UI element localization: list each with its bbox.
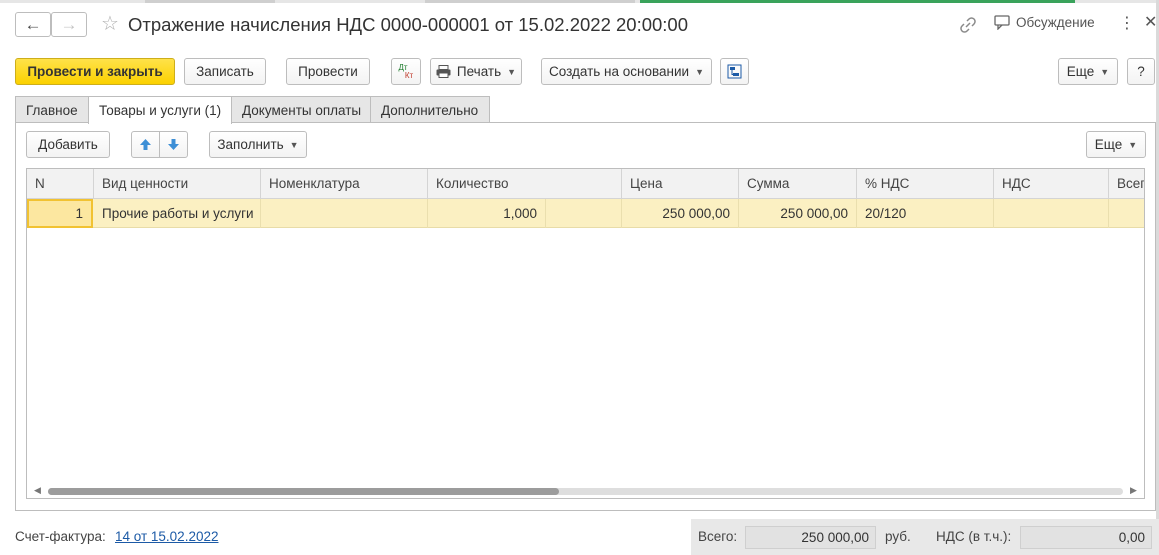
scrollbar-thumb[interactable] xyxy=(48,488,559,495)
total-field: 250 000,00 xyxy=(745,526,876,549)
window-tab[interactable] xyxy=(425,0,635,3)
window-tab[interactable] xyxy=(145,0,275,3)
cell-total[interactable] xyxy=(1109,199,1144,228)
help-button[interactable]: ? xyxy=(1127,58,1155,85)
vat-label: НДС (в т.ч.): xyxy=(936,529,1012,544)
add-label: Добавить xyxy=(38,137,98,152)
arrow-down-icon xyxy=(168,139,179,150)
close-icon[interactable]: ✕ xyxy=(1144,13,1157,33)
arrow-left-icon: ← xyxy=(24,15,42,34)
tab-additional[interactable]: Дополнительно xyxy=(370,96,490,123)
more-label: Еще xyxy=(1066,64,1095,79)
total-label: Всего: xyxy=(698,529,738,544)
printer-icon xyxy=(436,65,451,78)
column-header-sum[interactable]: Сумма xyxy=(739,169,857,199)
print-button[interactable]: Печать ▼ xyxy=(430,58,522,85)
back-button[interactable]: ← xyxy=(15,12,51,37)
chevron-down-icon: ▼ xyxy=(507,66,517,77)
save-button[interactable]: Записать xyxy=(184,58,266,85)
cell-unit[interactable] xyxy=(546,199,622,228)
cell-vat-rate[interactable]: 20/120 xyxy=(857,199,994,228)
cell-nomenclature[interactable] xyxy=(261,199,428,228)
invoice-link[interactable]: 14 от 15.02.2022 xyxy=(115,529,218,544)
currency-label: руб. xyxy=(885,529,911,544)
tab-label: Дополнительно xyxy=(381,102,479,118)
create-based-on-button[interactable]: Создать на основании ▼ xyxy=(541,58,712,85)
table-more-label: Еще xyxy=(1094,137,1123,152)
chevron-down-icon: ▼ xyxy=(1128,139,1138,150)
star-icon[interactable]: ☆ xyxy=(101,12,119,36)
chat-icon xyxy=(994,15,1010,30)
post-and-close-label: Провести и закрыть xyxy=(27,64,163,79)
column-header-vat[interactable]: НДС xyxy=(994,169,1109,199)
add-row-button[interactable]: Добавить xyxy=(26,131,110,158)
table-header: N Вид ценности Номенклатура Количество Ц… xyxy=(27,169,1144,199)
hierarchy-icon xyxy=(727,64,742,79)
dt-kt-button[interactable]: Дт Кт xyxy=(391,58,421,85)
create-based-on-label: Создать на основании xyxy=(549,64,690,79)
cell-sum[interactable]: 250 000,00 xyxy=(739,199,857,228)
cell-vat[interactable] xyxy=(994,199,1109,228)
window-tab-active[interactable] xyxy=(640,0,1075,3)
discussion-label: Обсуждение xyxy=(1016,15,1095,30)
column-header-quantity[interactable]: Количество xyxy=(428,169,622,199)
column-header-value-type[interactable]: Вид ценности xyxy=(94,169,261,199)
help-label: ? xyxy=(1137,64,1145,79)
scroll-left-icon[interactable]: ◀ xyxy=(34,485,41,496)
column-header-n[interactable]: N xyxy=(27,169,94,199)
kebab-icon[interactable]: ⋮ xyxy=(1119,14,1135,34)
chevron-down-icon: ▼ xyxy=(289,139,299,150)
kt-label: Кт xyxy=(404,70,414,80)
chevron-down-icon: ▼ xyxy=(1100,66,1110,77)
totals-panel: Всего: 250 000,00 руб. НДС (в т.ч.): 0,0… xyxy=(691,519,1159,555)
horizontal-scrollbar[interactable]: ◀ ▶ xyxy=(26,484,1145,498)
tab-main[interactable]: Главное xyxy=(15,96,89,123)
move-down-button[interactable] xyxy=(159,131,188,158)
link-icon[interactable] xyxy=(958,15,978,35)
page-title: Отражение начисления НДС 0000-000001 от … xyxy=(128,14,689,35)
fill-button[interactable]: Заполнить ▼ xyxy=(209,131,307,158)
post-and-close-button[interactable]: Провести и закрыть xyxy=(15,58,175,85)
more-button[interactable]: Еще ▼ xyxy=(1058,58,1118,85)
fill-label: Заполнить xyxy=(217,137,284,152)
save-label: Записать xyxy=(196,64,254,79)
arrow-up-icon xyxy=(140,139,151,150)
column-header-vat-rate[interactable]: % НДС xyxy=(857,169,994,199)
column-header-total[interactable]: Всего xyxy=(1109,169,1144,199)
tab-label: Документы оплаты xyxy=(242,102,362,118)
move-up-button[interactable] xyxy=(131,131,160,158)
vat-field: 0,00 xyxy=(1020,526,1152,549)
print-label: Печать xyxy=(456,64,502,79)
cell-value-type[interactable]: Прочие работы и услуги xyxy=(94,199,261,228)
scroll-right-icon[interactable]: ▶ xyxy=(1130,485,1137,496)
structure-button[interactable] xyxy=(720,58,749,85)
tab-payment-documents[interactable]: Документы оплаты xyxy=(231,96,371,123)
cell-quantity[interactable]: 1,000 xyxy=(428,199,546,228)
column-header-price[interactable]: Цена xyxy=(622,169,739,199)
arrow-right-icon: → xyxy=(60,15,78,34)
table-row[interactable]: 1 Прочие работы и услуги 1,000 250 000,0… xyxy=(27,199,1144,228)
forward-button[interactable]: → xyxy=(51,12,87,37)
tab-label: Главное xyxy=(26,102,78,118)
table-more-button[interactable]: Еще ▼ xyxy=(1086,131,1146,158)
goods-services-table[interactable]: N Вид ценности Номенклатура Количество Ц… xyxy=(26,168,1145,499)
cell-price[interactable]: 250 000,00 xyxy=(622,199,739,228)
invoice-label: Счет-фактура: xyxy=(15,529,106,544)
cell-n[interactable]: 1 xyxy=(27,199,93,228)
column-header-nomenclature[interactable]: Номенклатура xyxy=(261,169,428,199)
post-label: Провести xyxy=(298,64,358,79)
window-tabs-strip xyxy=(0,0,1159,3)
tab-goods-services[interactable]: Товары и услуги (1) xyxy=(88,96,232,124)
tab-label: Товары и услуги (1) xyxy=(99,103,222,118)
discussion-button[interactable]: Обсуждение xyxy=(994,15,1095,30)
post-button[interactable]: Провести xyxy=(286,58,370,85)
chevron-down-icon: ▼ xyxy=(695,66,704,77)
